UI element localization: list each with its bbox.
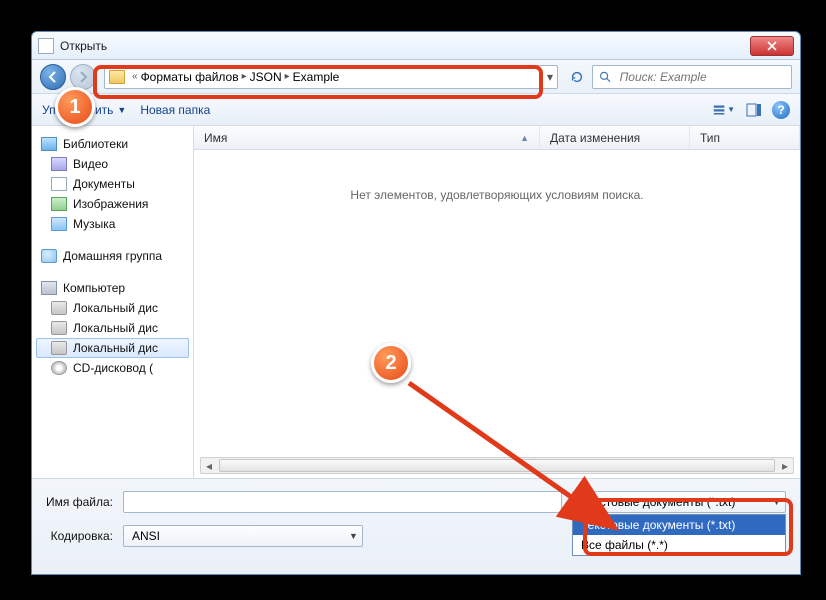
- chevron-right-icon: ▸: [242, 71, 247, 82]
- music-icon: [51, 217, 67, 231]
- organize-menu[interactable]: Упорядочить▼: [42, 103, 126, 117]
- dialog-footer: Имя файла: Текстовые документы (*.txt) ▼…: [32, 478, 800, 574]
- filetype-combobox[interactable]: Текстовые документы (*.txt) ▼ Текстовые …: [572, 491, 786, 513]
- sidebar-local-disk[interactable]: Локальный дис: [36, 298, 189, 318]
- disk-icon: [51, 321, 67, 335]
- title-bar: Открыть: [32, 32, 800, 60]
- computer-icon: [41, 281, 57, 295]
- help-button[interactable]: ?: [772, 101, 790, 119]
- disk-icon: [51, 341, 67, 355]
- view-options-button[interactable]: ▼: [712, 99, 736, 121]
- disk-icon: [51, 301, 67, 315]
- document-icon: [51, 177, 67, 191]
- breadcrumb-segment[interactable]: JSON: [250, 70, 282, 84]
- sidebar-documents[interactable]: Документы: [36, 174, 189, 194]
- homegroup-icon: [41, 249, 57, 263]
- folder-icon: [109, 70, 125, 84]
- column-headers: Имя▲ Дата изменения Тип: [194, 126, 800, 150]
- open-file-dialog: Открыть « Форматы файлов ▸ JSON ▸ Exampl…: [31, 31, 801, 575]
- filetype-option[interactable]: Текстовые документы (*.txt): [573, 515, 785, 535]
- column-type[interactable]: Тип: [690, 126, 800, 149]
- back-button[interactable]: [40, 64, 66, 90]
- chevron-down-icon: ▼: [349, 531, 358, 541]
- sidebar-pictures[interactable]: Изображения: [36, 194, 189, 214]
- breadcrumb-overflow[interactable]: «: [132, 71, 138, 82]
- horizontal-scrollbar[interactable]: ◂ ▸: [200, 457, 794, 474]
- sidebar-local-disk[interactable]: Локальный дис: [36, 338, 189, 358]
- breadcrumb-segment[interactable]: Example: [293, 70, 340, 84]
- file-list-pane: Имя▲ Дата изменения Тип Нет элементов, у…: [194, 126, 800, 478]
- filetype-option[interactable]: Все файлы (*.*): [573, 535, 785, 555]
- filename-input[interactable]: [123, 491, 562, 513]
- column-name[interactable]: Имя▲: [194, 126, 540, 149]
- breadcrumb-bar[interactable]: « Форматы файлов ▸ JSON ▸ Example ▾: [104, 65, 558, 89]
- pictures-icon: [51, 197, 67, 211]
- new-folder-button[interactable]: Новая папка: [140, 103, 210, 117]
- breadcrumb-dropdown-icon[interactable]: ▾: [547, 70, 553, 84]
- filetype-selected: Текстовые документы (*.txt): [581, 495, 735, 509]
- breadcrumb-segment[interactable]: Форматы файлов: [141, 70, 239, 84]
- sidebar-videos[interactable]: Видео: [36, 154, 189, 174]
- navigation-pane: Библиотеки Видео Документы Изображения М…: [32, 126, 194, 478]
- sidebar-local-disk[interactable]: Локальный дис: [36, 318, 189, 338]
- document-icon: [38, 38, 54, 54]
- sidebar-music[interactable]: Музыка: [36, 214, 189, 234]
- preview-pane-button[interactable]: [742, 99, 766, 121]
- refresh-button[interactable]: [566, 66, 588, 88]
- sidebar-computer[interactable]: Компьютер: [36, 278, 189, 298]
- cd-icon: [51, 361, 67, 375]
- chevron-right-icon: ▸: [285, 71, 290, 82]
- scroll-right-icon[interactable]: ▸: [777, 458, 793, 473]
- sidebar-libraries[interactable]: Библиотеки: [36, 134, 189, 154]
- scrollbar-thumb[interactable]: [219, 459, 775, 472]
- search-input[interactable]: [618, 69, 785, 85]
- encoding-label: Кодировка:: [46, 529, 113, 543]
- chevron-down-icon: ▼: [772, 497, 781, 507]
- search-icon: [599, 70, 612, 84]
- window-title: Открыть: [60, 39, 750, 53]
- close-button[interactable]: [750, 36, 794, 56]
- toolbar: Упорядочить▼ Новая папка ▼ ?: [32, 94, 800, 126]
- filetype-dropdown: Текстовые документы (*.txt) Все файлы (*…: [572, 514, 786, 556]
- scroll-left-icon[interactable]: ◂: [201, 458, 217, 473]
- nav-bar: « Форматы файлов ▸ JSON ▸ Example ▾: [32, 60, 800, 94]
- empty-message: Нет элементов, удовлетворяющих условиям …: [194, 188, 800, 202]
- libraries-icon: [41, 137, 57, 151]
- video-icon: [51, 157, 67, 171]
- sidebar-cd-drive[interactable]: CD-дисковод (: [36, 358, 189, 378]
- encoding-value: ANSI: [132, 529, 160, 543]
- sidebar-homegroup[interactable]: Домашняя группа: [36, 246, 189, 266]
- forward-button[interactable]: [70, 64, 96, 90]
- filename-label: Имя файла:: [46, 495, 113, 509]
- encoding-combobox[interactable]: ANSI ▼: [123, 525, 363, 547]
- search-box[interactable]: [592, 65, 792, 89]
- column-date[interactable]: Дата изменения: [540, 126, 690, 149]
